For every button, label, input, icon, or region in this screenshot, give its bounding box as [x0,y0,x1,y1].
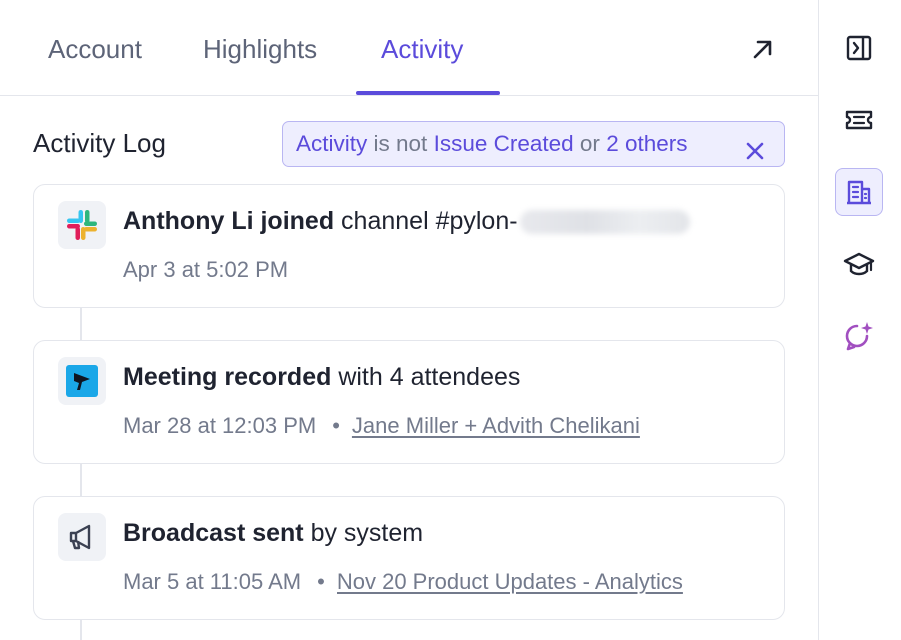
activity-timestamp: Mar 28 at 12:03 PM [123,413,317,438]
tab-activity[interactable]: Activity [381,0,463,96]
filter-operator: is not [373,131,428,156]
activity-title: Meeting recorded with 4 attendees [123,363,520,392]
timeline-connector [80,620,82,640]
ticket-icon[interactable] [835,96,883,144]
tab-highlights[interactable]: Highlights [203,0,317,96]
broadcast-link[interactable]: Nov 20 Product Updates - Analytics [337,569,683,595]
filter-extra: 2 others [606,131,688,156]
filter-field: Activity [296,131,368,156]
timeline-connector [80,464,82,496]
activity-item[interactable]: Broadcast sent by system Mar 5 at 11:05 … [33,496,785,620]
meeting-recorder-icon [58,357,106,405]
tab-bar: Account Highlights Activity [0,0,818,96]
activity-title: Anthony Li joined channel #pylon- [123,207,690,236]
graduation-cap-icon[interactable] [835,240,883,288]
activity-timestamp: Mar 5 at 11:05 AM [123,569,302,594]
activity-log-title: Activity Log [33,128,166,158]
activity-description: channel #pylon- [341,207,518,235]
activity-description: by system [310,519,424,547]
slack-icon [58,201,106,249]
megaphone-icon [58,513,106,561]
activity-description: with 4 attendees [338,363,521,391]
activity-timestamp: Apr 3 at 5:02 PM [123,257,289,282]
timeline-connector [80,308,82,340]
ai-chat-sparkle-icon[interactable] [835,312,883,360]
activity-filter-chip[interactable]: Activity is not Issue Created or 2 other… [282,121,785,167]
activity-actor: Anthony Li joined [123,207,335,235]
activity-item[interactable]: Anthony Li joined channel #pylon- Apr 3 … [33,184,785,308]
activity-title: Broadcast sent by system [123,519,423,548]
panel-collapse-icon[interactable] [835,24,883,72]
redacted-channel-name [519,210,690,235]
activity-item[interactable]: Meeting recorded with 4 attendees Mar 28… [33,340,785,464]
filter-joiner: or [579,131,600,156]
arrow-up-right-icon[interactable] [748,34,778,64]
filter-value: Issue Created [433,131,574,156]
close-icon[interactable] [744,133,766,160]
right-icon-rail [818,0,901,640]
tab-account[interactable]: Account [48,0,142,96]
activity-meta: Mar 5 at 11:05 AM • Nov 20 Product Updates… [123,569,683,595]
activity-actor: Broadcast sent [123,519,304,547]
meta-separator: • [317,569,325,594]
activity-panel: Account Highlights Activity Activity Log… [0,0,818,640]
activity-actor: Meeting recorded [123,363,332,391]
meta-separator: • [332,413,340,438]
attendees-link[interactable]: Jane Miller + Advith Chelikani [352,413,640,438]
activity-meta: Mar 28 at 12:03 PM • Jane Miller + Advith … [123,413,640,439]
building-icon[interactable] [835,168,883,216]
active-tab-indicator [356,91,500,95]
activity-meta: Apr 3 at 5:02 PM [123,257,288,283]
